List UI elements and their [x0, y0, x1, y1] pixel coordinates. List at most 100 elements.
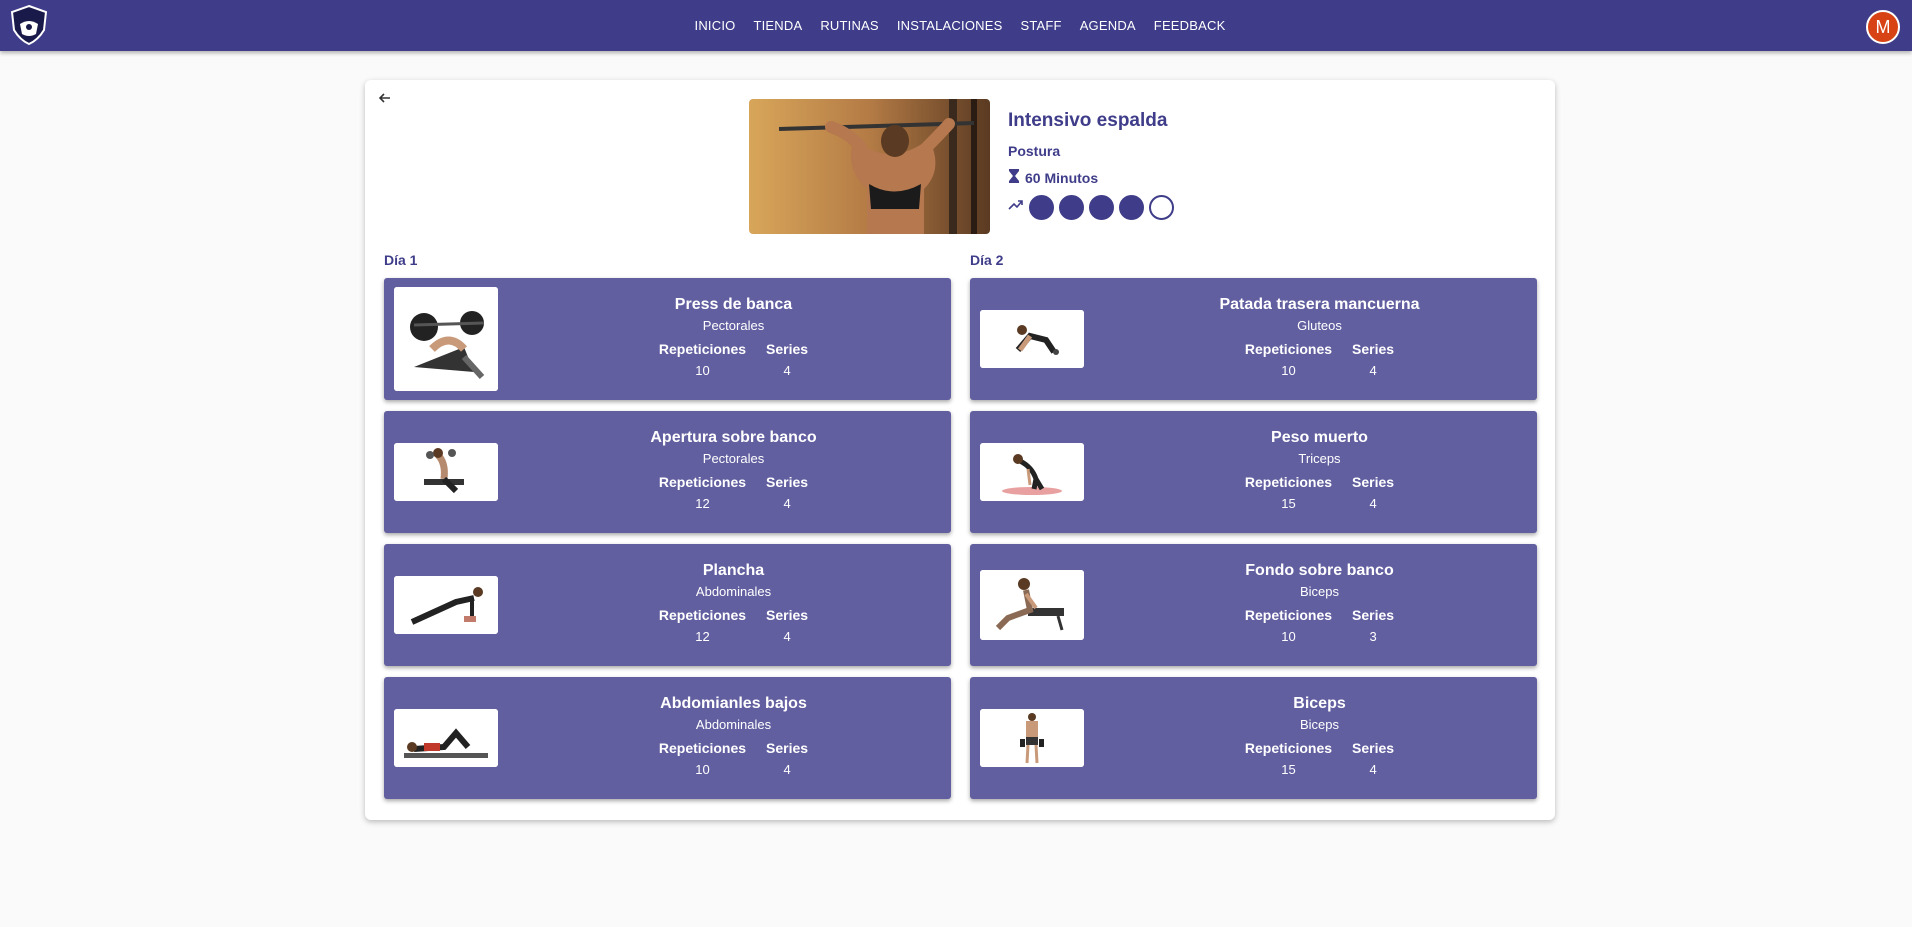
series-value: 4	[783, 496, 791, 511]
exercise-muscle: Triceps	[1298, 451, 1341, 466]
nav-feedback[interactable]: FEEDBACK	[1154, 18, 1226, 33]
reps-label: Repeticiones	[1244, 341, 1333, 357]
reps-value: 15	[1281, 496, 1296, 511]
exercise-image	[394, 443, 498, 501]
series-value: 4	[783, 629, 791, 644]
series-label: Series	[1352, 740, 1395, 756]
reps-label: Repeticiones	[1244, 474, 1333, 490]
exercise-stats: Repeticiones 10 Series 4	[516, 740, 951, 777]
exercise-muscle: Gluteos	[1297, 318, 1342, 333]
series-value: 4	[1369, 496, 1377, 511]
day-title: Día 1	[384, 252, 418, 268]
difficulty-dot	[1089, 195, 1114, 220]
series-value: 4	[1369, 363, 1377, 378]
series-value: 4	[1369, 762, 1377, 777]
exercise-details: Fondo sobre banco Biceps Repeticiones 10 …	[1102, 544, 1537, 644]
series-label: Series	[1352, 341, 1395, 357]
exercise-stats: Repeticiones 15 Series 4	[1102, 740, 1537, 777]
reps-label: Repeticiones	[658, 740, 747, 756]
reps-value: 12	[695, 496, 710, 511]
exercise-details: Peso muerto Triceps Repeticiones 15 Serie…	[1102, 411, 1537, 511]
exercise-muscle: Biceps	[1299, 717, 1340, 732]
back-arrow-icon[interactable]	[375, 88, 395, 108]
series-label: Series	[1352, 474, 1395, 490]
routine-duration: 60 Minutos	[1008, 168, 1174, 187]
exercise-card[interactable]: Peso muerto Triceps Repeticiones 15 Serie…	[970, 411, 1537, 533]
difficulty-dot	[1059, 195, 1084, 220]
reps-value: 12	[695, 629, 710, 644]
nav-inicio[interactable]: INICIO	[695, 18, 736, 33]
exercise-muscle: Abdominales	[695, 717, 772, 732]
series-label: Series	[766, 607, 809, 623]
reps-value: 15	[1281, 762, 1296, 777]
exercise-name: Apertura sobre banco	[650, 429, 817, 446]
series-value: 4	[783, 762, 791, 777]
exercise-card[interactable]: Apertura sobre banco Pectorales Repetici…	[384, 411, 951, 533]
exercise-name: Patada trasera mancuerna	[1219, 296, 1420, 313]
hourglass-icon	[1008, 168, 1020, 187]
exercise-stats: Repeticiones 12 Series 4	[516, 474, 951, 511]
exercise-details: Apertura sobre banco Pectorales Repetici…	[516, 411, 951, 511]
series-label: Series	[766, 740, 809, 756]
exercise-card[interactable]: Patada trasera mancuerna Gluteos Repetic…	[970, 278, 1537, 400]
exercise-name: Biceps	[1293, 695, 1346, 712]
exercise-card[interactable]: Plancha Abdominales Repeticiones 12 Serie…	[384, 544, 951, 666]
exercise-name: Peso muerto	[1271, 429, 1368, 446]
reps-label: Repeticiones	[1244, 607, 1333, 623]
exercise-muscle: Abdominales	[695, 584, 772, 599]
series-value: 4	[783, 363, 791, 378]
exercise-stats: Repeticiones 10 Series 4	[1102, 341, 1537, 378]
day-2-column: Día 2 Patada trasera mancuerna Gluteos R…	[970, 252, 1538, 810]
exercise-name: Abdomianles bajos	[660, 695, 807, 712]
reps-label: Repeticiones	[1244, 740, 1333, 756]
exercise-details: Biceps Biceps Repeticiones 15 Series 4	[1102, 677, 1537, 777]
exercise-name: Press de banca	[674, 296, 793, 313]
exercise-name: Fondo sobre banco	[1245, 562, 1394, 579]
routine-info: Intensivo espalda Postura 60 Minutos	[1008, 110, 1174, 220]
reps-label: Repeticiones	[658, 607, 747, 623]
series-label: Series	[1352, 607, 1395, 623]
series-label: Series	[766, 474, 809, 490]
series-label: Series	[766, 341, 809, 357]
exercise-card[interactable]: Biceps Biceps Repeticiones 15 Series 4	[970, 677, 1537, 799]
difficulty-rating	[1008, 195, 1174, 220]
nav-agenda[interactable]: AGENDA	[1080, 18, 1136, 33]
routine-detail-card: Intensivo espalda Postura 60 Minutos Día…	[365, 80, 1555, 820]
exercise-details: Plancha Abdominales Repeticiones 12 Serie…	[516, 544, 951, 644]
nav-instalaciones[interactable]: INSTALACIONES	[897, 18, 1003, 33]
exercise-image	[980, 709, 1084, 767]
exercise-card[interactable]: Fondo sobre banco Biceps Repeticiones 10 …	[970, 544, 1537, 666]
exercise-image	[394, 709, 498, 767]
user-avatar[interactable]: M	[1866, 10, 1900, 44]
exercise-name: Plancha	[702, 562, 765, 579]
reps-label: Repeticiones	[658, 341, 747, 357]
reps-value: 10	[695, 762, 710, 777]
routine-duration-text: 60 Minutos	[1025, 169, 1099, 186]
routine-title: Intensivo espalda	[1008, 110, 1168, 131]
difficulty-dot	[1149, 195, 1174, 220]
routine-category: Postura	[1008, 143, 1061, 159]
exercise-image	[980, 310, 1084, 368]
exercise-card[interactable]: Press de banca Pectorales Repeticiones 10…	[384, 278, 951, 400]
exercise-image	[980, 443, 1084, 501]
nav-rutinas[interactable]: RUTINAS	[820, 18, 878, 33]
nav-tienda[interactable]: TIENDA	[753, 18, 802, 33]
series-value: 3	[1369, 629, 1377, 644]
reps-label: Repeticiones	[658, 474, 747, 490]
exercise-image	[394, 287, 498, 391]
difficulty-dot	[1119, 195, 1144, 220]
exercise-stats: Repeticiones 15 Series 4	[1102, 474, 1537, 511]
exercise-details: Abdomianles bajos Abdominales Repeticion…	[516, 677, 951, 777]
nav-staff[interactable]: STAFF	[1020, 18, 1061, 33]
exercise-muscle: Pectorales	[702, 318, 765, 333]
reps-value: 10	[1281, 363, 1296, 378]
reps-value: 10	[1281, 629, 1296, 644]
reps-value: 10	[695, 363, 710, 378]
day-1-column: Día 1 Press de banca Pectorales Repetici…	[384, 252, 952, 810]
exercise-image	[980, 570, 1084, 640]
day-title: Día 2	[970, 252, 1004, 268]
exercise-card[interactable]: Abdomianles bajos Abdominales Repeticion…	[384, 677, 951, 799]
routine-image	[749, 99, 990, 234]
exercise-muscle: Biceps	[1299, 584, 1340, 599]
exercise-stats: Repeticiones 10 Series 3	[1102, 607, 1537, 644]
